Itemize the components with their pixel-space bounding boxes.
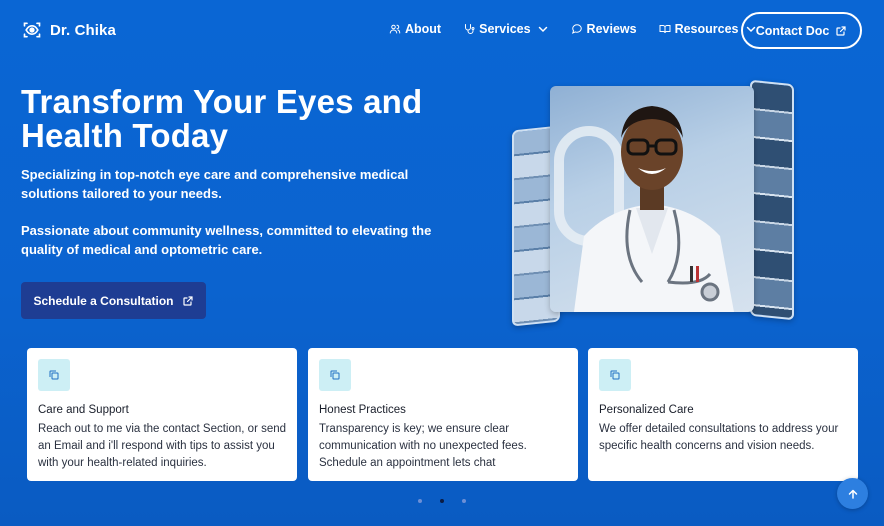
stethoscope-icon [465,24,475,34]
book-open-icon [659,25,671,34]
scroll-to-top-button[interactable] [837,478,868,509]
copy-icon [38,359,70,391]
site-header: Dr. Chika About Services Reviews Resourc… [0,0,884,62]
doctor-figure [574,106,734,312]
card-title: Care and Support [38,404,129,416]
chat-bubble-icon [571,24,582,34]
nav-item-about[interactable]: About [389,22,441,36]
nav-item-reviews[interactable]: Reviews [571,22,637,36]
nav-label-about: About [405,22,442,36]
nav-item-services[interactable]: Services [463,22,548,36]
card-title: Personalized Care [599,404,694,416]
nav-label-resources: Resources [674,22,739,36]
external-link-icon [182,295,193,306]
users-icon [389,24,401,34]
card-title: Honest Practices [319,404,406,416]
contact-doc-label: Contact Doc [755,23,830,38]
eye-scan-icon [23,22,41,38]
card-body: We offer detailed consultations to addre… [599,423,839,452]
hero-paragraph-2: Passionate about community wellness, com… [21,223,432,257]
brand-logo[interactable]: Dr. Chika [22,20,116,40]
main-nav: About Services Reviews Resources [389,22,779,36]
copy-icon [599,359,631,391]
card-body: Transparency is key; we ensure clear com… [319,423,527,469]
arrow-up-icon [848,489,857,499]
carousel-dots [418,499,466,503]
chevron-down-icon [538,26,547,33]
carousel-dot-active[interactable] [440,499,444,503]
card-body: Reach out to me via the contact Section,… [38,423,287,469]
hero-image-collage [508,79,798,327]
nav-label-reviews: Reviews [586,22,637,36]
schedule-consultation-label: Schedule a Consultation [33,293,174,308]
doctor-portrait [550,86,754,312]
external-link-icon [836,25,846,36]
nav-label-services: Services [479,22,531,36]
copy-icon [319,359,351,391]
feature-card-care-support: Care and Support Reach out to me via the… [27,348,297,481]
carousel-dot[interactable] [418,499,422,503]
hero-title: Transform Your Eyes and Health Today [21,83,423,154]
feature-card-personalized-care: Personalized Care We offer detailed cons… [588,348,858,481]
hero-paragraph-1: Specializing in top-notch eye care and c… [21,167,409,201]
carousel-dot[interactable] [462,499,466,503]
brand-name: Dr. Chika [50,21,116,39]
collage-right-panel [750,79,794,321]
feature-card-honest-practices: Honest Practices Transparency is key; we… [308,348,578,481]
contact-doc-button[interactable]: Contact Doc [741,12,862,49]
schedule-consultation-button[interactable]: Schedule a Consultation [21,282,206,319]
